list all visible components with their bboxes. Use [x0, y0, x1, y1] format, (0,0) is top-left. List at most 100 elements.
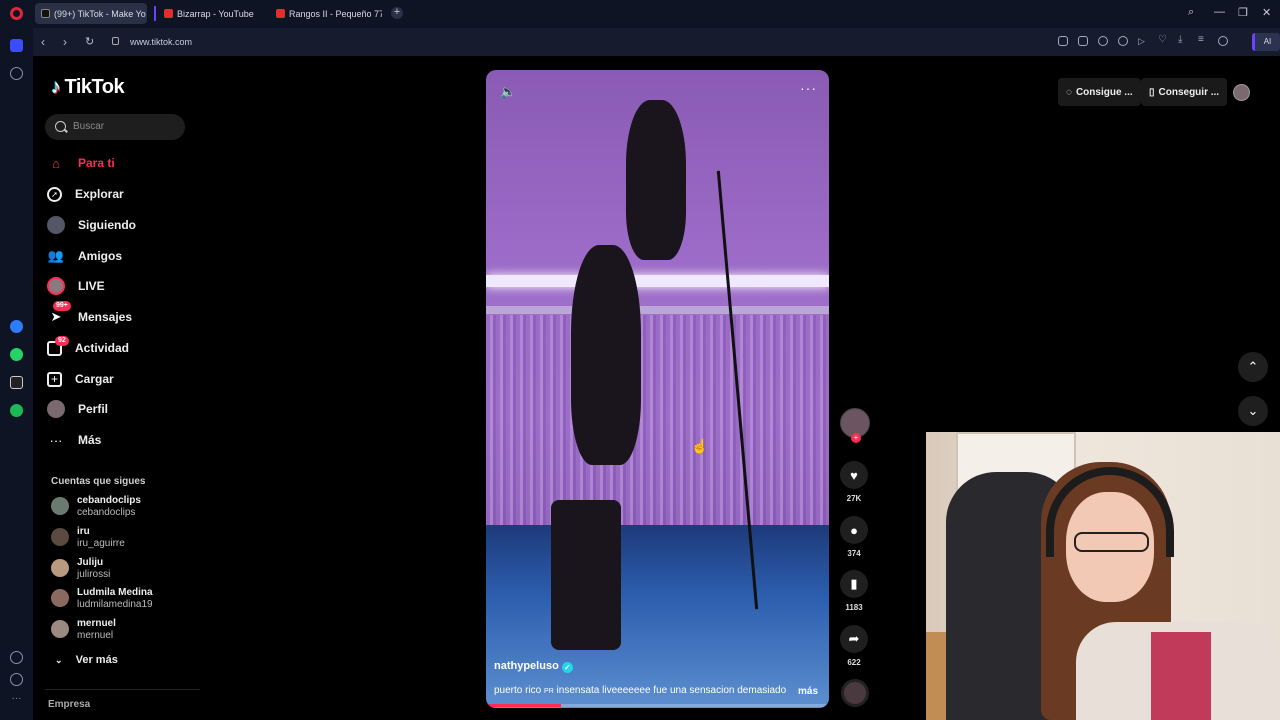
url-field[interactable]: www.tiktok.com	[130, 37, 192, 47]
follow-plus-icon[interactable]: +	[851, 433, 861, 443]
messenger-icon[interactable]	[10, 320, 23, 333]
video-player[interactable]: 🔈 ··· ☝ nathypeluso ✓ puerto rico PR inse…	[486, 70, 829, 708]
activity-badge: 92	[55, 335, 69, 346]
nav-label: Cargar	[75, 372, 114, 386]
save-button[interactable]: ▮ 1183	[839, 570, 869, 612]
followed-account[interactable]: iru iru_aguirre	[51, 526, 201, 554]
tab-label: (99+) TikTok - Make Yo	[54, 8, 146, 19]
video-progress-bar[interactable]	[486, 704, 829, 707]
download-icon[interactable]: ⤓	[1178, 34, 1188, 45]
hand-cursor-icon: ☝	[691, 438, 709, 454]
home-icon[interactable]	[10, 39, 23, 52]
stage-lights	[486, 275, 829, 287]
home-icon: ⌂	[52, 155, 60, 171]
youtube-favicon-icon	[164, 9, 173, 18]
chevron-down-icon: ⌄	[1247, 403, 1259, 418]
history-icon[interactable]	[10, 673, 23, 686]
search-tabs-icon[interactable]: ⌕	[1188, 6, 1194, 19]
nav-amigos[interactable]: 👥 Amigos	[47, 243, 197, 269]
reload-button[interactable]: ↻	[85, 35, 94, 48]
aria-ai-button[interactable]: AI	[1252, 33, 1280, 51]
new-tab-button[interactable]: +	[391, 7, 403, 19]
user-avatar[interactable]	[1233, 84, 1250, 101]
forward-button[interactable]: ›	[63, 35, 67, 49]
shield-icon[interactable]	[1098, 36, 1108, 46]
music-disc-avatar[interactable]	[841, 679, 869, 707]
volume-icon[interactable]: 🔈	[500, 84, 516, 100]
caption-text: insensata liveeeeeee fue una sensacion d…	[556, 685, 787, 696]
previous-video-button[interactable]: ⌃	[1238, 352, 1268, 382]
account-handle: mernuel	[77, 630, 114, 641]
account-name: Ludmila Medina	[77, 587, 153, 598]
account-icon[interactable]	[1218, 36, 1228, 46]
heart-icon[interactable]	[10, 651, 23, 664]
video-author[interactable]: nathypeluso ✓	[494, 660, 573, 673]
button-label: Consigue ...	[1075, 86, 1133, 98]
heart-icon[interactable]: ♡	[1158, 34, 1168, 45]
nav-para-ti[interactable]: ⌂ Para ti	[47, 150, 197, 176]
compass-icon: ➚	[47, 186, 62, 202]
followed-account[interactable]: Ludmila Medina ludmilamedina19	[51, 587, 201, 615]
heart-icon: ♥	[840, 461, 868, 489]
account-name: mernuel	[77, 618, 116, 629]
restore-button[interactable]: ❐	[1238, 6, 1248, 19]
streamer-top	[1151, 632, 1211, 720]
tab-bizarrap[interactable]: Bizarrap - YouTube	[154, 3, 266, 24]
see-more-button[interactable]: ⌄ Ver más	[55, 654, 118, 666]
chevron-down-icon: ⌄	[55, 655, 63, 665]
get-app-button[interactable]: ▯ Conseguir ...	[1141, 78, 1228, 106]
comment-button[interactable]: ● 374	[839, 516, 869, 558]
vpn-icon[interactable]	[1118, 36, 1128, 46]
nav-label: Explorar	[75, 187, 124, 201]
lock-icon[interactable]	[112, 37, 119, 45]
close-button[interactable]: ✕	[1262, 6, 1271, 19]
like-button[interactable]: ♥ 27K	[839, 461, 869, 503]
nav-live[interactable]: LIVE	[47, 273, 197, 299]
tiktok-favicon-icon	[41, 9, 50, 18]
spotify-icon[interactable]	[10, 404, 23, 417]
opera-sidebar: ···	[0, 28, 33, 720]
more-icon[interactable]: ···	[10, 694, 23, 708]
opera-logo-icon[interactable]	[10, 7, 23, 20]
tab-rangos[interactable]: Rangos II - Pequeño 77 ft. C	[270, 3, 382, 24]
nav-siguiendo[interactable]: Siguiendo	[47, 212, 197, 238]
nav-actividad[interactable]: 92 Actividad	[47, 335, 197, 361]
creator-avatar[interactable]: +	[840, 408, 870, 443]
next-video-button[interactable]: ⌄	[1238, 396, 1268, 426]
nav-explorar[interactable]: ➚ Explorar	[47, 181, 197, 207]
live-icon	[47, 277, 65, 295]
nav-cargar[interactable]: + Cargar	[47, 366, 197, 392]
back-button[interactable]: ‹	[41, 35, 45, 49]
account-name: cebandoclips	[77, 495, 141, 506]
star-icon[interactable]	[10, 67, 23, 80]
stage-lights	[486, 306, 829, 314]
search-input[interactable]: Buscar	[45, 114, 185, 140]
nav-perfil[interactable]: Perfil	[47, 396, 197, 422]
share-button[interactable]: ➦ 622	[839, 625, 869, 667]
x-twitter-icon[interactable]	[10, 376, 23, 389]
followed-account[interactable]: Juliju julirossi	[51, 557, 201, 585]
camera-icon[interactable]	[1078, 36, 1088, 46]
nav-mensajes[interactable]: ➤ 99+ Mensajes	[47, 301, 197, 330]
nav-label: Siguiendo	[78, 218, 136, 232]
nav-label: Amigos	[78, 249, 123, 263]
account-name: Juliju	[77, 557, 104, 568]
caption-more-button[interactable]: más	[798, 686, 818, 697]
menu-icon[interactable]: ≡	[1198, 34, 1208, 45]
followed-account[interactable]: cebandoclips cebandoclips	[51, 495, 201, 523]
footer-link-empresa[interactable]: Empresa	[48, 699, 90, 710]
stage-floor	[486, 525, 829, 708]
performer-boots	[551, 500, 621, 650]
edit-icon[interactable]	[1058, 36, 1068, 46]
whatsapp-icon[interactable]	[10, 348, 23, 361]
nav-mas[interactable]: ··· Más	[47, 427, 197, 453]
tab-tiktok[interactable]: (99+) TikTok - Make Yo	[35, 3, 147, 24]
nav-label: Mensajes	[78, 310, 133, 324]
tiktok-logo[interactable]: ♪ TikTok	[51, 76, 125, 99]
get-coins-button[interactable]: ◌ Consigue ...	[1058, 78, 1141, 106]
play-icon[interactable]: ▷	[1138, 36, 1148, 46]
minimize-button[interactable]: —	[1214, 6, 1225, 18]
profile-icon	[47, 400, 65, 418]
followed-account[interactable]: mernuel mernuel	[51, 618, 201, 646]
more-options-icon[interactable]: ···	[800, 80, 817, 96]
